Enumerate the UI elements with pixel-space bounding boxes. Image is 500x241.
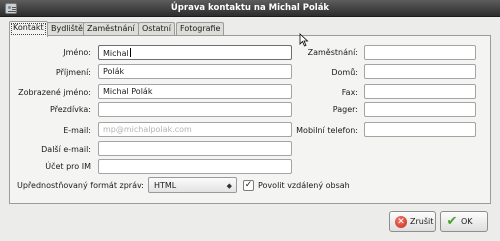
message-format-select[interactable]: HTML ◆ [148,177,237,193]
cancel-icon: ✕ [395,216,407,228]
mobile-phone-input[interactable] [364,122,476,137]
email-input[interactable]: mp@michalpolak.com [98,122,292,137]
first-name-input[interactable]: Michal [98,45,292,60]
surname-input[interactable]: Polák [98,64,292,79]
tab-kontakt[interactable]: Kontakt [9,21,48,37]
mouse-pointer-icon [299,33,309,47]
message-format-label: Upřednostňovaný formát zpráv: [17,181,144,190]
nickname-label: Přezdívka: [49,105,91,114]
pager-label: Pager: [332,105,358,114]
mobile-phone-label: Mobilní telefon: [296,126,358,135]
checkmark-icon: ✔ [446,214,458,229]
first-name-label: Jméno: [63,48,91,57]
surname-label: Příjmení: [55,68,91,77]
work-phone-input[interactable] [364,45,476,60]
work-phone-label: Zaměstnání: [307,48,358,57]
combo-arrow-icon: ◆ [226,182,232,190]
im-account-input[interactable] [98,159,292,174]
email-label: E-mail: [63,126,91,135]
tab-panel-kontakt [9,35,491,204]
remote-content-label[interactable]: Povolit vzdálený obsah [258,181,350,190]
im-account-label: Účet pro IM [45,162,91,171]
cancel-button[interactable]: ✕ Zrušit [389,211,436,232]
tab-fotografie[interactable]: Fotografie [176,22,225,36]
other-email-label: Další e-mail: [41,145,91,154]
message-format-value: HTML [154,181,177,190]
pager-input[interactable] [364,102,476,117]
home-phone-label: Domů: [331,68,358,77]
text-cursor [129,48,131,57]
window-titlebar[interactable]: Úprava kontaktu na Michal Polák [0,0,500,17]
fax-input[interactable] [364,84,476,99]
ok-button[interactable]: ✔ OK [440,211,488,232]
nickname-input[interactable] [98,102,292,117]
fax-label: Fax: [341,88,358,97]
remote-content-checkbox[interactable]: ✓ [243,180,254,191]
tab-zamestnani[interactable]: Zaměstnání [83,22,139,36]
tab-bydliste[interactable]: Bydliště [47,22,87,36]
tab-ostatni[interactable]: Ostatní [138,22,175,36]
display-name-label: Zobrazené jméno: [18,88,91,97]
home-phone-input[interactable] [364,64,476,79]
window-title: Úprava kontaktu na Michal Polák [170,3,330,13]
other-email-input[interactable] [98,141,292,156]
cancel-button-label: Zrušit [410,217,434,226]
display-name-input[interactable]: Michal Polák [98,84,292,99]
ok-button-label: OK [461,217,473,226]
